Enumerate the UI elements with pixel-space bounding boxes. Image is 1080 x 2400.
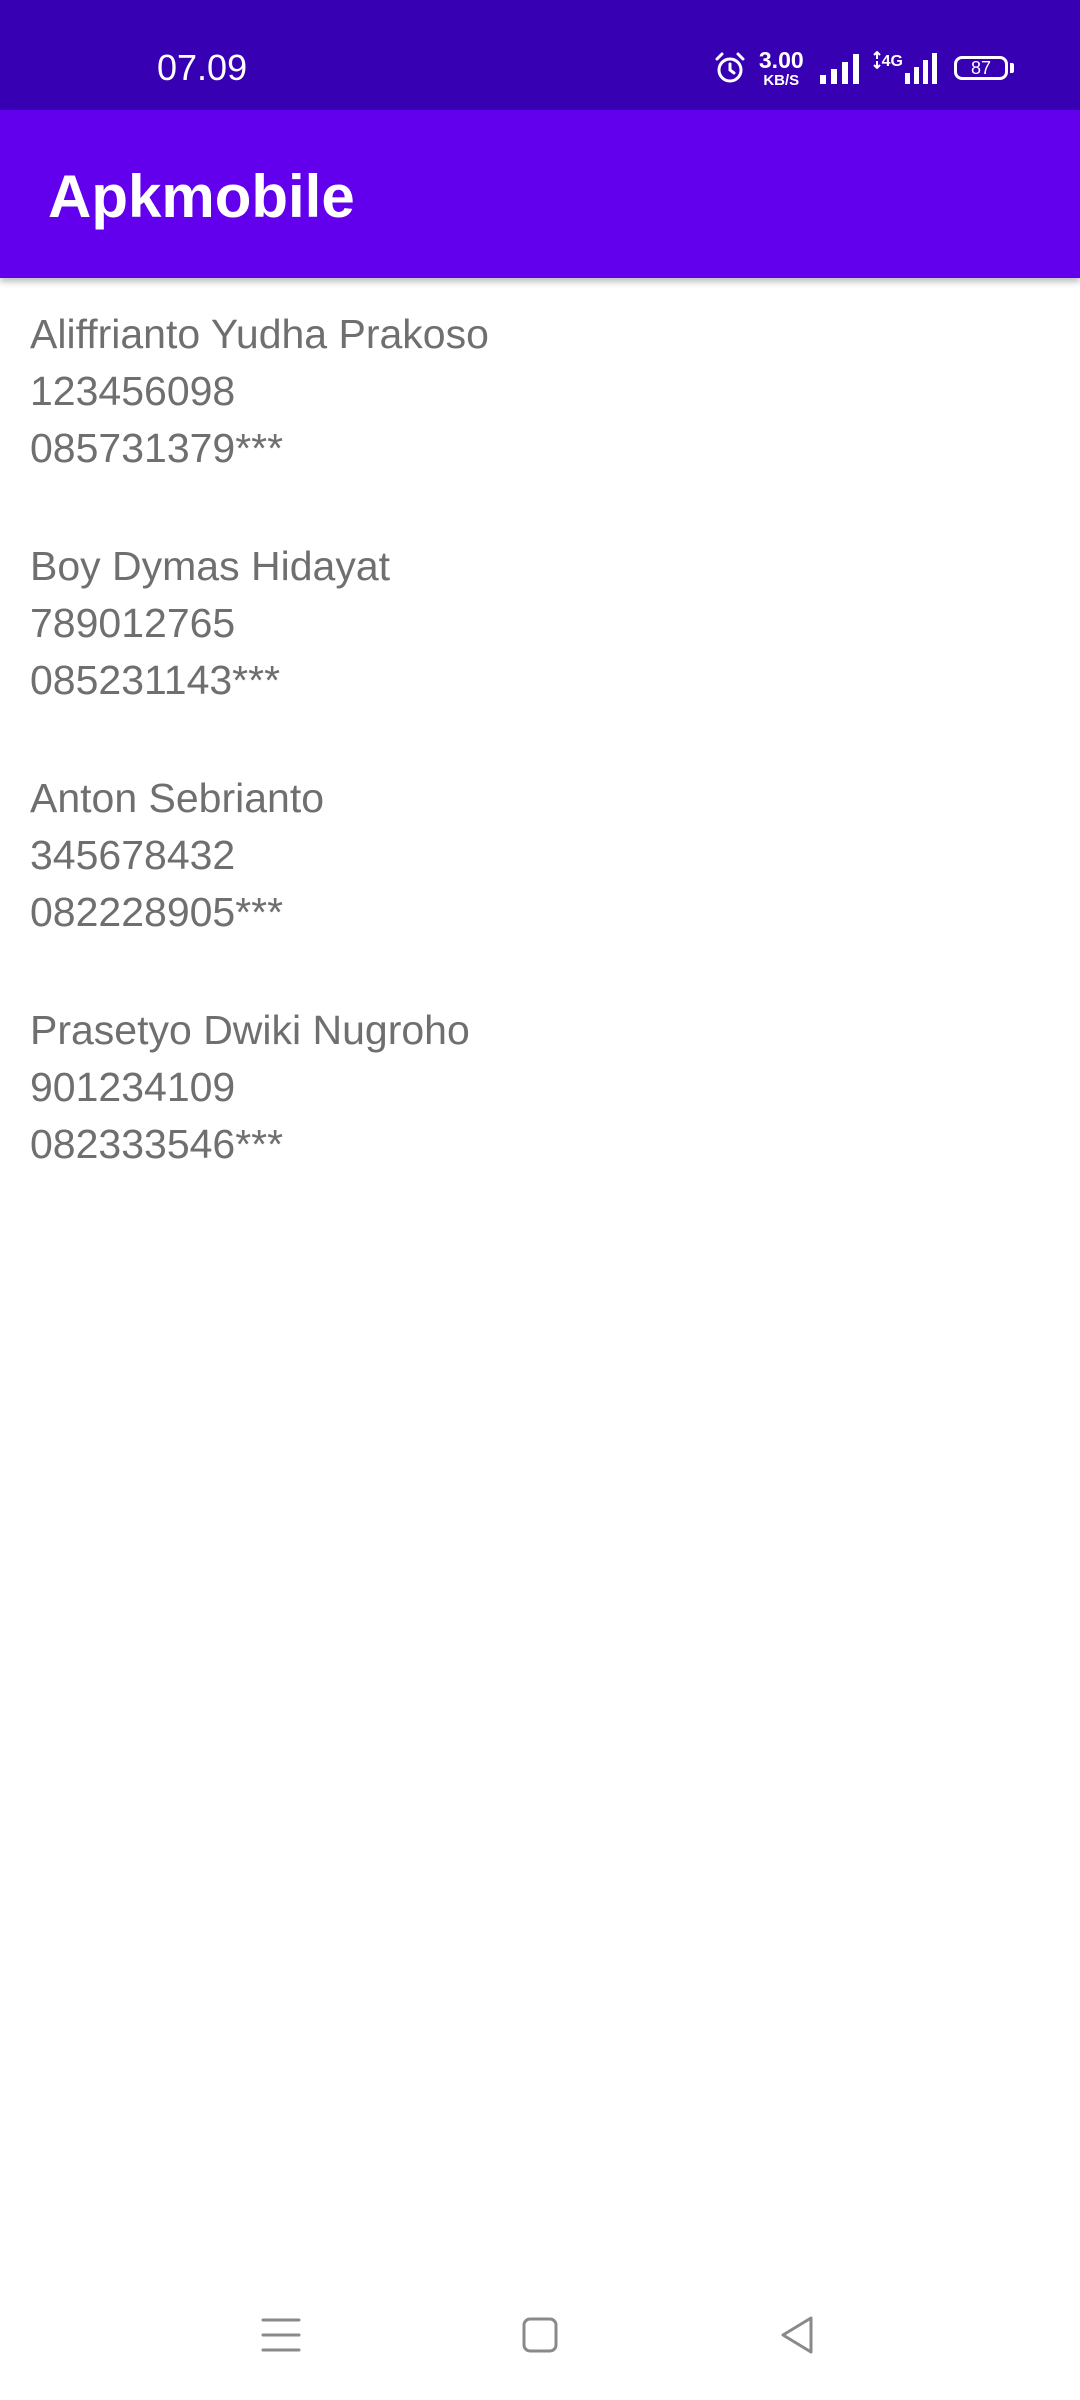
net-speed-unit: KB/S [763,71,800,89]
data-arrows-icon [872,51,881,69]
back-button[interactable] [764,2302,830,2368]
item-name: Prasetyo Dwiki Nugroho [30,1007,470,1053]
navigation-bar [0,2270,1080,2400]
app-title: Apkmobile [48,163,355,230]
menu-icon [261,2318,301,2352]
net-speed: 3.00 KB/S [758,46,804,89]
signal-icon [819,54,859,84]
net-speed-value: 3.00 [758,46,804,73]
alarm-icon [715,52,745,83]
item-phone: 082333546*** [30,1121,284,1167]
contact-list: Aliffrianto Yudha Prakoso 123456098 0857… [30,306,1050,1234]
status-bar: 07.09 3.00 KB/S 4G 87 [0,0,1080,110]
back-icon [781,2316,813,2354]
item-id: 123456098 [30,368,236,414]
battery-level: 87 [970,58,992,78]
list-item: Anton Sebrianto 345678432 082228905*** [30,770,1050,941]
signal-4g-icon [905,53,937,84]
list-item: Aliffrianto Yudha Prakoso 123456098 0857… [30,306,1050,477]
item-id: 345678432 [30,832,236,878]
list-item: Prasetyo Dwiki Nugroho 901234109 0823335… [30,1002,1050,1173]
item-id: 789012765 [30,600,236,646]
home-icon [522,2317,558,2353]
item-name: Boy Dymas Hidayat [30,543,391,589]
signal-4g: 4G [872,51,940,85]
list-item: Boy Dymas Hidayat 789012765 085231143*** [30,538,1050,709]
battery-icon: 87 [954,56,1008,80]
status-icons: 3.00 KB/S 4G 87 [713,46,1014,90]
item-name: Anton Sebrianto [30,775,325,821]
status-time: 07.09 [157,47,248,88]
item-id: 901234109 [30,1064,236,1110]
item-phone: 085231143*** [30,657,281,703]
home-button[interactable] [507,2302,573,2368]
menu-button[interactable] [248,2302,314,2368]
battery-tip [1010,63,1014,73]
item-name: Aliffrianto Yudha Prakoso [30,311,489,357]
item-phone: 082228905*** [30,889,284,935]
app-bar: Apkmobile [0,110,1080,278]
item-phone: 085731379*** [30,425,284,471]
network-type: 4G [881,53,903,70]
